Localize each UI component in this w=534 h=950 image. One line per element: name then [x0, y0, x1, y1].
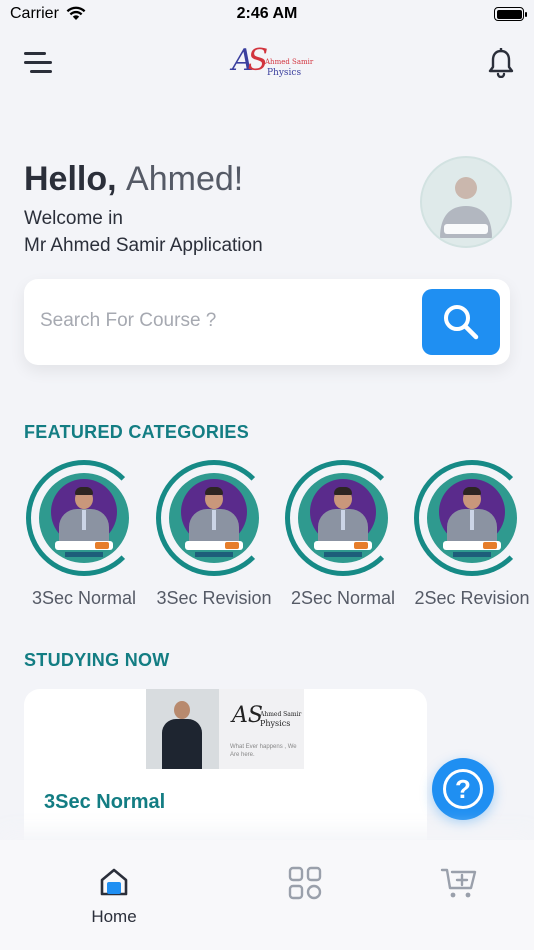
app-logo: AS Ahmed Samir Physics	[232, 43, 314, 84]
welcome-text: Welcome in Mr Ahmed Samir Application	[24, 205, 263, 259]
logo-text-name: Ahmed Samir	[265, 58, 314, 66]
search-icon	[444, 305, 479, 340]
app-header: AS Ahmed Samir Physics	[0, 40, 534, 88]
menu-icon-line	[24, 52, 46, 55]
studying-now-title: STUDYING NOW	[24, 650, 170, 670]
search-button[interactable]	[422, 289, 500, 355]
category-image	[26, 460, 142, 576]
question-mark-icon: ?	[443, 769, 483, 809]
tab-home-label: Home	[91, 907, 137, 926]
avatar-person-icon	[440, 177, 492, 238]
home-icon	[100, 868, 128, 896]
tab-cart[interactable]	[414, 866, 504, 905]
category-label: 3Sec Normal	[31, 588, 137, 608]
welcome-line-2: Mr Ahmed Samir Application	[24, 235, 263, 256]
instructor-photo	[146, 689, 219, 769]
category-item[interactable]: 3Sec Revision	[152, 460, 276, 609]
greeting-title: Hello, Ahmed!	[24, 160, 243, 199]
category-item[interactable]: 2Sec Revision	[410, 460, 534, 609]
category-image	[156, 460, 272, 576]
welcome-line-1: Welcome in	[24, 208, 123, 229]
help-button[interactable]: ?	[432, 758, 494, 820]
category-label: 2Sec Normal	[290, 588, 396, 608]
logo-mark: AS	[232, 43, 269, 78]
thumbnail-logo-mark: AS	[232, 703, 263, 728]
category-label: 3Sec Revision	[156, 588, 272, 608]
category-image	[414, 460, 530, 576]
greeting-hello: Hello,	[24, 160, 117, 198]
clock: 2:46 AM	[236, 5, 298, 22]
grid-icon	[288, 866, 322, 900]
category-item[interactable]: 3Sec Normal	[22, 460, 146, 609]
featured-categories-list: 3Sec Normal 3Sec Revision 2Sec Normal 2S…	[22, 460, 534, 610]
thumbnail-tagline: What Ever happens , We Are here.	[230, 744, 297, 758]
thumbnail-logo-name: Ahmed Samir	[260, 711, 302, 718]
thumbnail-logo-subject: Physics	[260, 719, 291, 728]
course-thumbnail: AS Ahmed Samir Physics What Ever happens…	[146, 689, 304, 769]
category-image	[285, 460, 401, 576]
course-title: 3Sec Normal	[44, 791, 166, 813]
battery-icon	[494, 7, 527, 21]
status-bar: Carrier 2:46 AM	[0, 0, 534, 30]
featured-categories-title: FEATURED CATEGORIES	[24, 422, 250, 442]
category-item[interactable]: 2Sec Normal	[281, 460, 405, 609]
menu-icon-line	[30, 70, 52, 73]
profile-avatar[interactable]	[420, 156, 512, 248]
category-label: 2Sec Revision	[414, 588, 530, 608]
tab-categories[interactable]	[260, 866, 350, 905]
tab-home[interactable]: Home	[69, 866, 159, 927]
menu-icon-line	[24, 61, 52, 64]
cart-icon	[440, 868, 477, 898]
menu-button[interactable]	[24, 50, 56, 76]
studying-course-card[interactable]: AS Ahmed Samir Physics What Ever happens…	[24, 689, 427, 864]
search-input[interactable]	[40, 301, 410, 341]
logo-text-subject: Physics	[267, 68, 302, 78]
bottom-tab-bar: Home	[0, 840, 534, 950]
notification-bell-icon[interactable]	[488, 47, 514, 83]
search-bar	[24, 279, 510, 365]
greeting-user-name: Ahmed!	[126, 160, 244, 198]
